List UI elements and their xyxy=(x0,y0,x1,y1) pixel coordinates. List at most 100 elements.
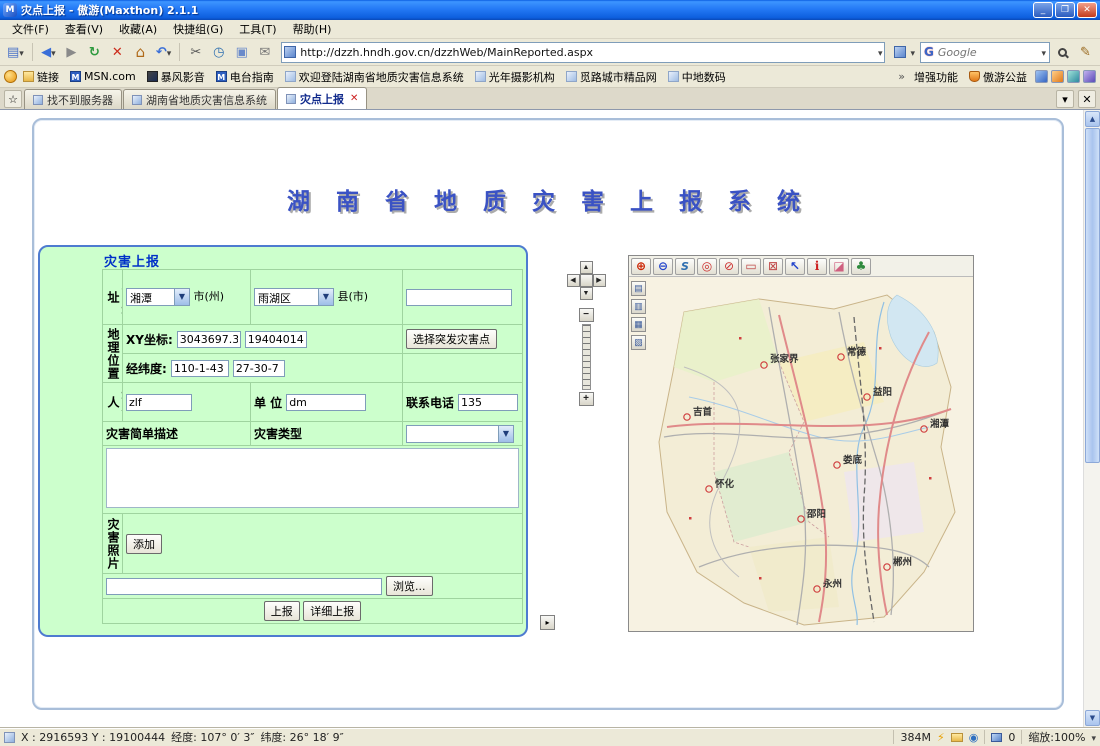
globe-icon[interactable] xyxy=(969,731,979,744)
collapse-panel-button[interactable]: ▸ xyxy=(540,615,555,630)
highlight-button[interactable] xyxy=(1075,42,1096,63)
description-textarea[interactable] xyxy=(106,448,519,508)
bookmarks-overflow-button[interactable]: » xyxy=(895,70,908,83)
maxthon-charity-button[interactable]: 傲游公益 xyxy=(964,67,1032,87)
bookmark-msn[interactable]: MMSN.com xyxy=(65,68,141,85)
pan-right-button[interactable]: ▶ xyxy=(593,274,606,287)
enhance-menu-button[interactable]: 增强功能 xyxy=(909,67,963,87)
tabbar-close-button[interactable]: ✕ xyxy=(1078,90,1096,108)
zoom-in-button[interactable] xyxy=(631,258,651,275)
minimize-button[interactable]: _ xyxy=(1033,2,1053,18)
menu-favorites[interactable]: 收藏(A) xyxy=(111,19,165,39)
bookmark-links-folder[interactable]: 链接 xyxy=(18,67,64,87)
x-coordinate-input[interactable] xyxy=(177,331,241,348)
search-engine-dropdown-icon[interactable] xyxy=(1041,46,1046,59)
legend-button[interactable]: ▥ xyxy=(631,299,646,314)
menu-view[interactable]: 查看(V) xyxy=(57,19,111,39)
lightning-icon[interactable] xyxy=(937,731,945,744)
address-input[interactable] xyxy=(300,46,878,59)
tab-close-icon[interactable]: ✕ xyxy=(348,93,358,104)
bookmark-city-boutique[interactable]: 觅路城市精品网 xyxy=(561,67,662,87)
plugin-icon-1[interactable] xyxy=(1035,70,1048,83)
snap-button[interactable] xyxy=(185,42,206,63)
plugin-icon-4[interactable] xyxy=(1083,70,1096,83)
tab-info-system[interactable]: 湖南省地质灾害信息系统 xyxy=(123,89,276,109)
longitude-input[interactable] xyxy=(171,360,229,377)
latitude-input[interactable] xyxy=(233,360,285,377)
clear-button[interactable] xyxy=(719,258,739,275)
maxthon-smiley-icon[interactable] xyxy=(4,70,17,83)
chevron-down-icon[interactable] xyxy=(174,289,189,305)
identify-button[interactable] xyxy=(807,258,827,275)
pan-down-button[interactable]: ▼ xyxy=(580,287,593,300)
plugin-icon-2[interactable] xyxy=(1051,70,1064,83)
disaster-type-select[interactable] xyxy=(406,425,514,443)
search-engine-icon[interactable]: G xyxy=(924,45,934,59)
folder-icon[interactable] xyxy=(951,733,963,742)
print-button[interactable]: ▧ xyxy=(631,335,646,350)
tab-server-not-found[interactable]: 找不到服务器 xyxy=(24,89,122,109)
address-menu-button[interactable] xyxy=(891,42,918,63)
back-button[interactable] xyxy=(38,42,59,63)
search-box[interactable]: G xyxy=(920,42,1050,63)
scroll-up-arrow[interactable]: ▲ xyxy=(1085,111,1100,127)
menu-help[interactable]: 帮助(H) xyxy=(285,19,340,39)
pan-center-button[interactable] xyxy=(580,274,593,287)
submit-report-button[interactable]: 上报 xyxy=(264,601,300,621)
measure-button[interactable] xyxy=(675,258,695,275)
undo-button[interactable] xyxy=(153,42,174,63)
home-button[interactable] xyxy=(130,42,151,63)
menu-file[interactable]: 文件(F) xyxy=(4,19,57,39)
stop-button[interactable] xyxy=(107,42,128,63)
forward-button[interactable] xyxy=(61,42,82,63)
zoom-dropdown-icon[interactable] xyxy=(1091,731,1096,744)
favorites-panel-button[interactable]: ☆ xyxy=(4,90,22,108)
refresh-button[interactable] xyxy=(84,42,105,63)
address-bar[interactable] xyxy=(281,42,885,63)
scrollbar-thumb[interactable] xyxy=(1085,128,1100,463)
pan-left-button[interactable]: ◀ xyxy=(567,274,580,287)
zoom-slider[interactable] xyxy=(582,324,591,390)
county-select[interactable]: 雨湖区 xyxy=(254,288,334,306)
unit-input[interactable] xyxy=(286,394,366,411)
phone-input[interactable] xyxy=(458,394,518,411)
panel-button[interactable] xyxy=(231,42,252,63)
zoom-in-slider-button[interactable]: + xyxy=(579,392,594,406)
layers-button[interactable]: ▦ xyxy=(631,317,646,332)
chevron-down-icon[interactable] xyxy=(318,289,333,305)
tab-list-button[interactable]: ▾ xyxy=(1056,90,1074,108)
tab-disaster-report[interactable]: 灾点上报✕ xyxy=(277,87,367,109)
city-select[interactable]: 湘潭 xyxy=(126,288,190,306)
search-input[interactable] xyxy=(938,46,1042,59)
browse-button[interactable]: 浏览... xyxy=(386,576,433,596)
layer-tree-button[interactable] xyxy=(851,258,871,275)
close-button[interactable]: ✕ xyxy=(1077,2,1097,18)
pointer-button[interactable] xyxy=(785,258,805,275)
bookmark-hunan-geo-system[interactable]: 欢迎登陆湖南省地质灾害信息系统 xyxy=(280,67,469,87)
new-page-button[interactable] xyxy=(4,42,27,63)
eraser-button[interactable] xyxy=(829,258,849,275)
popup-blocker-icon[interactable] xyxy=(991,733,1002,742)
pick-disaster-point-button[interactable]: 选择突发灾害点 xyxy=(406,329,497,349)
bookmark-baofeng[interactable]: 暴风影音 xyxy=(142,67,210,87)
maximize-button[interactable]: ❐ xyxy=(1055,2,1075,18)
vertical-scrollbar[interactable]: ▲ ▼ xyxy=(1083,110,1100,727)
address-detail-input[interactable] xyxy=(406,289,512,306)
reporter-input[interactable] xyxy=(126,394,192,411)
mail-button[interactable] xyxy=(254,42,275,63)
detailed-report-button[interactable]: 详细上报 xyxy=(303,601,361,621)
map-canvas[interactable]: ▤ ▥ ▦ ▧ xyxy=(629,277,973,631)
pan-up-button[interactable]: ▲ xyxy=(580,261,593,274)
chevron-down-icon[interactable] xyxy=(498,426,513,442)
address-dropdown-icon[interactable] xyxy=(878,46,883,59)
timer-button[interactable] xyxy=(208,42,229,63)
bookmark-zhongdi[interactable]: 中地数码 xyxy=(663,67,731,87)
bookmark-photo-studio[interactable]: 光年摄影机构 xyxy=(470,67,560,87)
menu-groups[interactable]: 快捷组(G) xyxy=(165,19,231,39)
overview-map-button[interactable]: ▤ xyxy=(631,281,646,296)
photo-file-input[interactable] xyxy=(106,578,382,595)
bookmark-radio-guide[interactable]: M电台指南 xyxy=(211,67,279,87)
hunan-map-svg[interactable]: 张家界 常德 吉首 益阳 娄底 怀化 湘潭 邵阳 永州 郴州 xyxy=(629,277,973,631)
plugin-icon-3[interactable] xyxy=(1067,70,1080,83)
deselect-button[interactable] xyxy=(763,258,783,275)
